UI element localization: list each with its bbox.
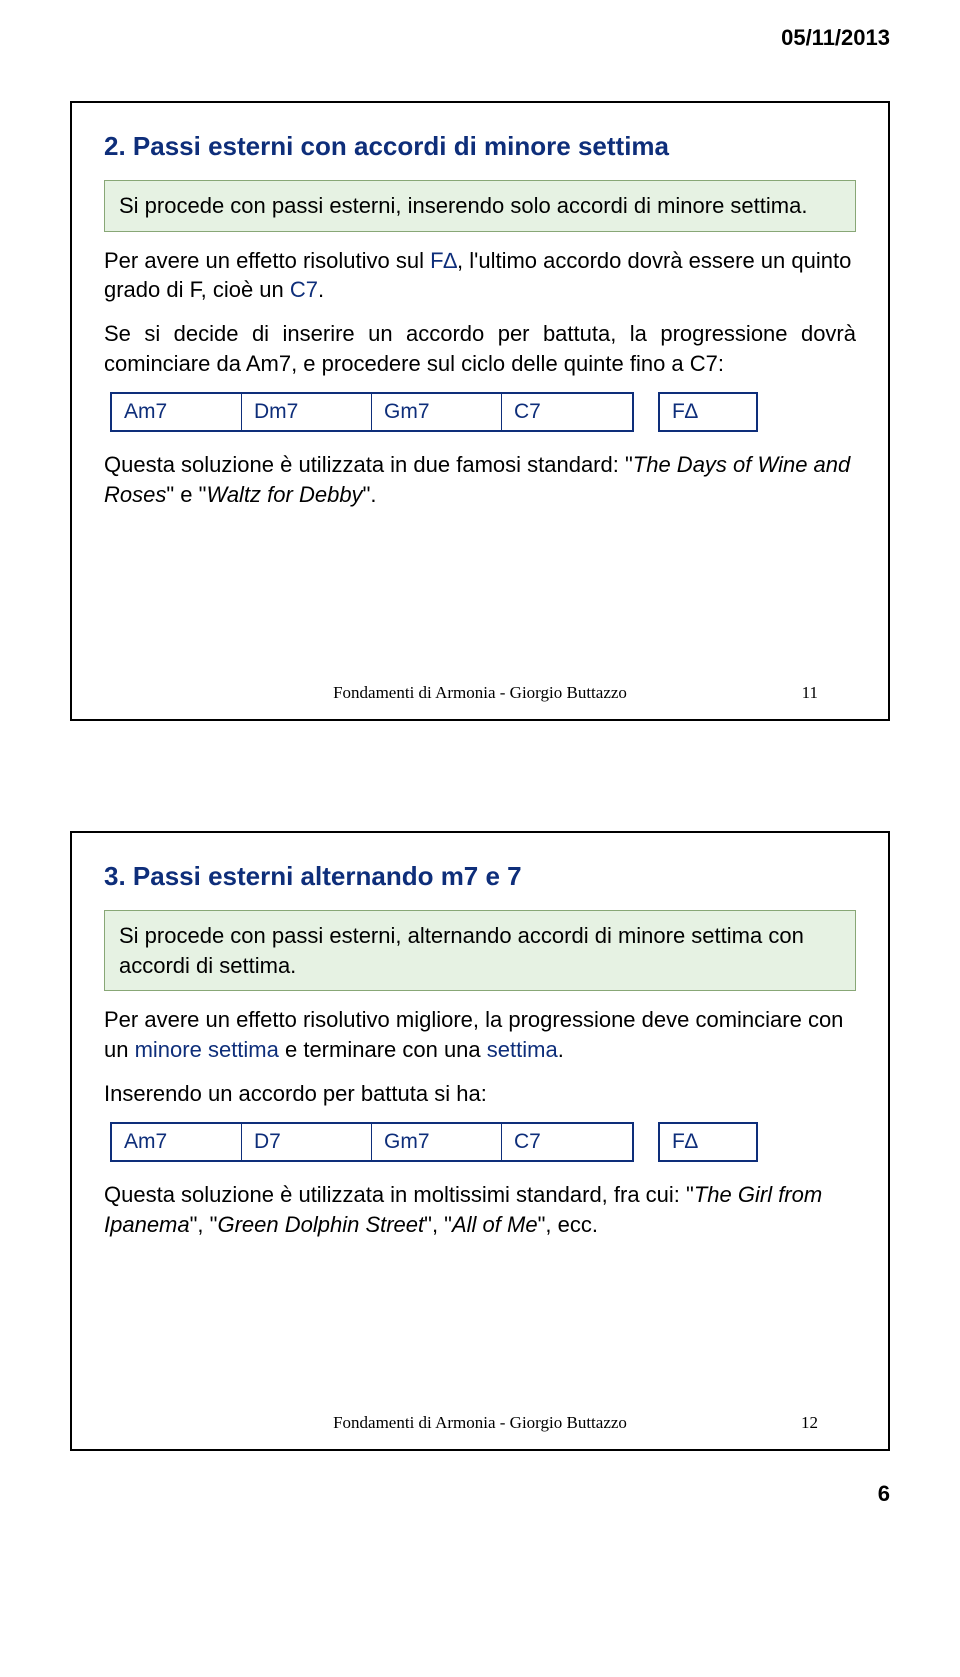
text: ", " — [190, 1212, 218, 1237]
slide-2-footer: Fondamenti di Armonia - Giorgio Buttazzo… — [72, 1413, 888, 1433]
term: minore settima — [135, 1037, 279, 1062]
slide-1: 2. Passi esterni con accordi di minore s… — [70, 101, 890, 721]
slide-2-p1: Per avere un effetto risolutivo migliore… — [104, 1005, 856, 1064]
chord-target: F∆ — [658, 1122, 758, 1162]
footer-slide-number: 11 — [802, 683, 818, 703]
slide-2-title: 3. Passi esterni alternando m7 e 7 — [104, 861, 856, 892]
text: Per avere un effetto risolutivo sul — [104, 248, 430, 273]
term: settima — [487, 1037, 558, 1062]
song-title: Waltz for Debby — [206, 482, 362, 507]
slide-1-p3: Questa soluzione è utilizzata in due fam… — [104, 450, 856, 509]
page-number: 6 — [0, 1451, 960, 1532]
slide-2: 3. Passi esterni alternando m7 e 7 Si pr… — [70, 831, 890, 1451]
slide-1-callout: Si procede con passi esterni, inserendo … — [104, 180, 856, 232]
chord-cell: C7 — [502, 394, 632, 430]
text: Questa soluzione è utilizzata in due fam… — [104, 452, 633, 477]
chord-group: Am7 Dm7 Gm7 C7 — [110, 392, 634, 432]
text: ". — [363, 482, 377, 507]
chord-group: Am7 D7 Gm7 C7 — [110, 1122, 634, 1162]
text: . — [318, 277, 324, 302]
slide-1-title: 2. Passi esterni con accordi di minore s… — [104, 131, 856, 162]
slide-1-footer: Fondamenti di Armonia - Giorgio Buttazzo… — [72, 683, 888, 703]
chord-cell: Dm7 — [242, 394, 372, 430]
text: . — [558, 1037, 564, 1062]
chord-ref: F∆ — [430, 248, 457, 273]
text: Questa soluzione è utilizzata in moltiss… — [104, 1182, 694, 1207]
footer-slide-number: 12 — [801, 1413, 818, 1433]
song-title: Green Dolphin Street — [217, 1212, 424, 1237]
chord-cell: Am7 — [112, 1124, 242, 1160]
slide-2-callout: Si procede con passi esterni, alternando… — [104, 910, 856, 991]
slide-1-chord-row: Am7 Dm7 Gm7 C7 F∆ — [104, 392, 856, 432]
chord-target: F∆ — [658, 392, 758, 432]
slide-2-p2: Inserendo un accordo per battuta si ha: — [104, 1079, 856, 1109]
text: e terminare con una — [279, 1037, 487, 1062]
footer-label: Fondamenti di Armonia - Giorgio Buttazzo — [333, 683, 627, 703]
song-title: All of Me — [452, 1212, 538, 1237]
chord-cell: C7 — [502, 1124, 632, 1160]
text: ", " — [424, 1212, 452, 1237]
text: ", ecc. — [538, 1212, 598, 1237]
footer-label: Fondamenti di Armonia - Giorgio Buttazzo — [333, 1413, 627, 1433]
chord-cell: Gm7 — [372, 1124, 502, 1160]
chord-cell: Am7 — [112, 394, 242, 430]
slide-1-p1: Per avere un effetto risolutivo sul F∆, … — [104, 246, 856, 305]
chord-ref: C7 — [290, 277, 318, 302]
chord-cell: Gm7 — [372, 394, 502, 430]
chord-cell: D7 — [242, 1124, 372, 1160]
slide-2-chord-row: Am7 D7 Gm7 C7 F∆ — [104, 1122, 856, 1162]
text: " e " — [166, 482, 206, 507]
page-date: 05/11/2013 — [0, 0, 960, 51]
slide-2-p3: Questa soluzione è utilizzata in moltiss… — [104, 1180, 856, 1239]
slide-1-p2: Se si decide di inserire un accordo per … — [104, 319, 856, 378]
